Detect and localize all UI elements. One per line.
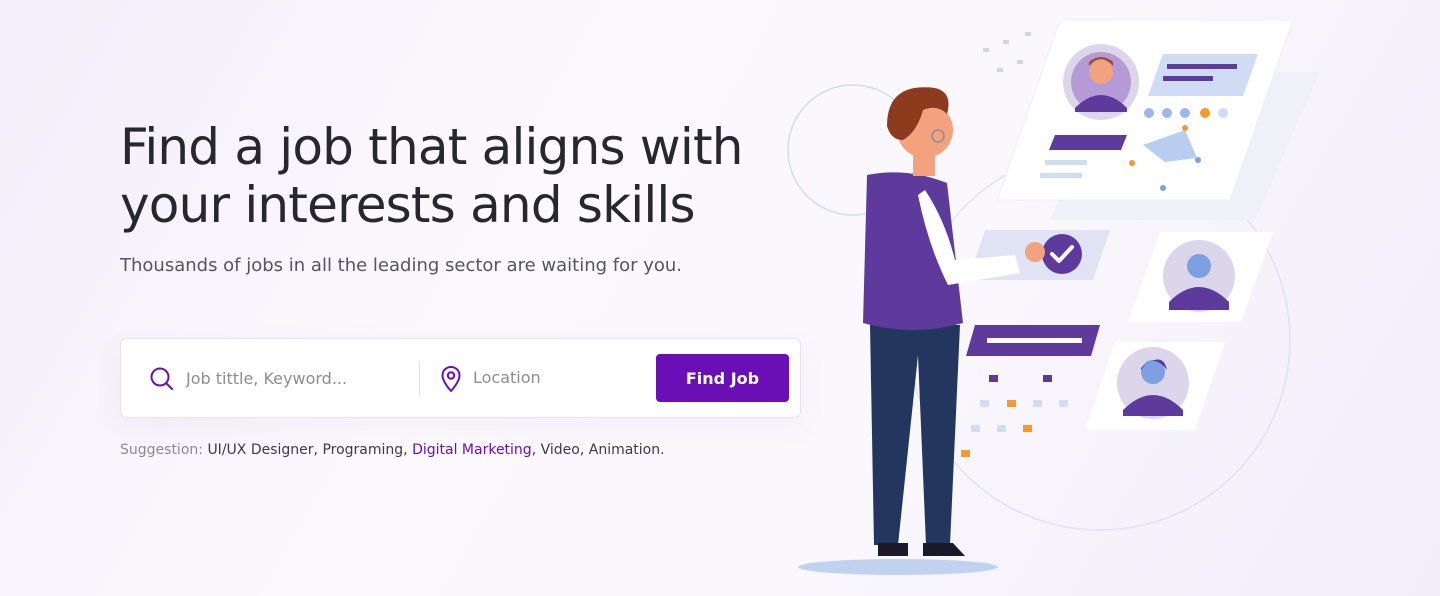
- profile-card-2-icon: [1128, 232, 1273, 322]
- suggestion-item-video[interactable]: Video,: [541, 442, 585, 458]
- suggestion-item-uiux[interactable]: UI/UX Designer,: [207, 442, 318, 458]
- info-bar-icon: [966, 325, 1100, 356]
- hero-headline-line-1: Find a job that aligns with: [120, 118, 743, 176]
- decor-dots-icon: [983, 32, 1031, 72]
- suggestion-item-programing[interactable]: Programing,: [322, 442, 407, 458]
- hero-illustration: [787, 19, 1320, 575]
- suggestion-item-animation[interactable]: Animation.: [589, 442, 665, 458]
- find-job-button[interactable]: Find Job: [656, 354, 789, 402]
- location-input[interactable]: [473, 362, 643, 392]
- suggestion-list: Suggestion: UI/UX Designer, Programing, …: [120, 440, 820, 460]
- hero-subtitle: Thousands of jobs in all the leading sec…: [120, 255, 683, 276]
- hero-headline: Find a job that aligns with your interes…: [120, 118, 820, 234]
- suggestion-item-digital-marketing[interactable]: Digital Marketing,: [412, 442, 536, 458]
- keyword-input[interactable]: [186, 363, 406, 393]
- decor-tiles-icon: [961, 375, 1068, 457]
- suggestion-label: Suggestion:: [120, 442, 203, 458]
- map-pin-icon: [441, 366, 461, 392]
- profile-card-3-icon: [1085, 342, 1225, 430]
- hero-section: Find a job that aligns with your interes…: [120, 0, 820, 596]
- search-divider: [419, 361, 420, 397]
- hero-headline-line-2: your interests and skills: [120, 176, 696, 234]
- job-search-bar: Find Job: [120, 338, 801, 418]
- search-icon: [150, 367, 173, 390]
